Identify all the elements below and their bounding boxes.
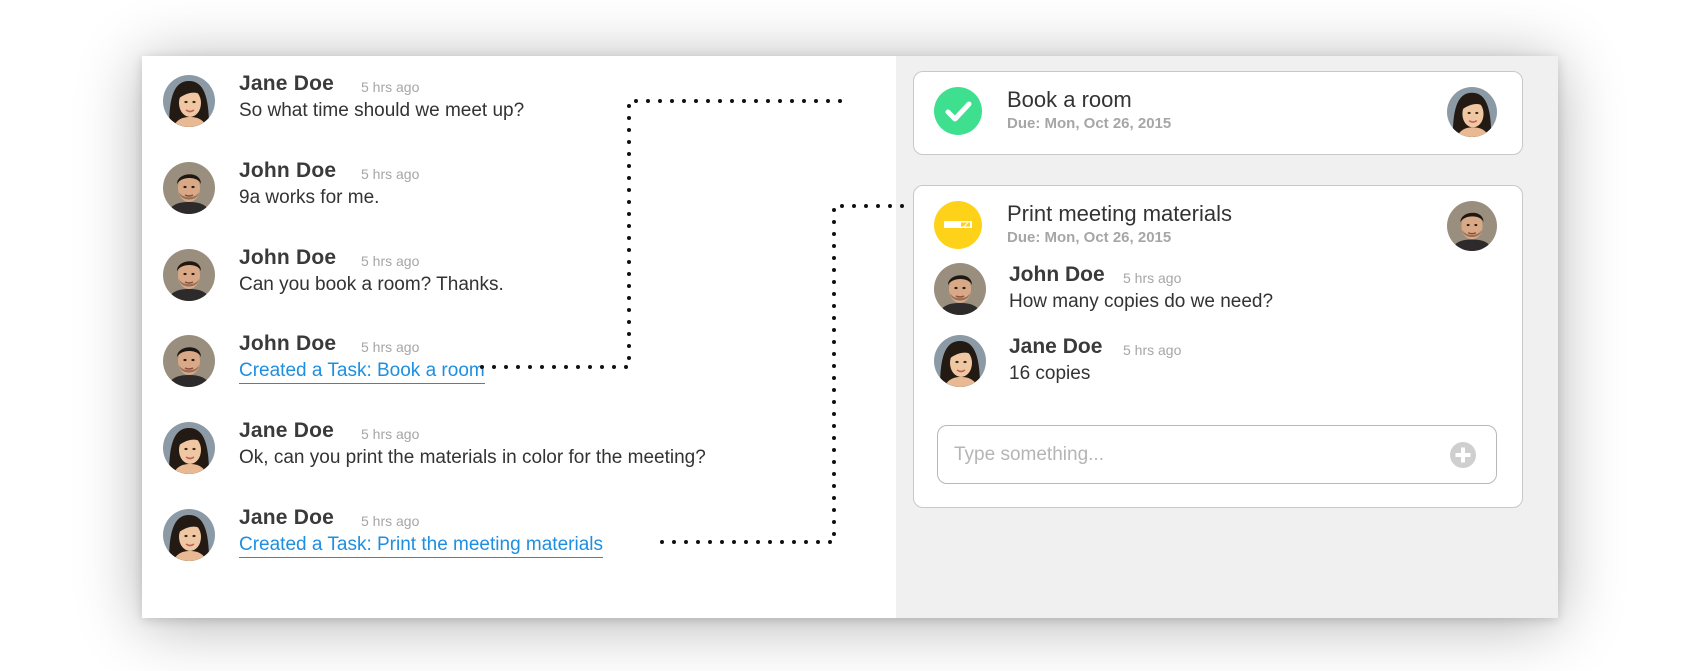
chat-message: Jane Doe 5 hrs ago Ok, can you print the…: [163, 419, 883, 489]
task-due-date: Due: Mon, Oct 26, 2015: [1007, 229, 1172, 246]
chat-message: John Doe 5 hrs ago 9a works for me.: [163, 159, 883, 229]
task-pane: Book a room Due: Mon, Oct 26, 2015 Print…: [896, 56, 1558, 618]
chat-message: John Doe 5 hrs ago Created a Task: Book …: [163, 332, 883, 402]
message-author[interactable]: John Doe: [239, 159, 336, 183]
comment-time: 5 hrs ago: [1123, 270, 1182, 286]
message-text: 9a works for me.: [239, 187, 380, 208]
task-comment: Jane Doe 5 hrs ago 16 copies: [934, 335, 1494, 405]
task-title[interactable]: Book a room: [1007, 87, 1132, 113]
plus-circle-icon: [1450, 442, 1476, 468]
created-task-link-print-materials[interactable]: Created a Task: Print the meeting materi…: [239, 534, 603, 558]
progress-bar-icon[interactable]: [934, 201, 982, 249]
message-time: 5 hrs ago: [361, 79, 420, 95]
task-title[interactable]: Print meeting materials: [1007, 201, 1232, 227]
message-time: 5 hrs ago: [361, 253, 420, 269]
chat-message: Jane Doe 5 hrs ago So what time should w…: [163, 72, 883, 142]
message-author[interactable]: John Doe: [239, 332, 336, 356]
message-text: Can you book a room? Thanks.: [239, 274, 504, 295]
message-time: 5 hrs ago: [361, 426, 420, 442]
assignee-avatar[interactable]: [1447, 87, 1497, 137]
message-author[interactable]: Jane Doe: [239, 506, 334, 530]
john-avatar[interactable]: [163, 249, 215, 301]
add-comment-button[interactable]: [1449, 441, 1477, 469]
message-author[interactable]: Jane Doe: [239, 419, 334, 443]
comment-box: [937, 425, 1497, 484]
john-avatar[interactable]: [163, 335, 215, 387]
chat-message: John Doe 5 hrs ago Can you book a room? …: [163, 246, 883, 316]
created-task-link-book-room[interactable]: Created a Task: Book a room: [239, 360, 485, 384]
comment-time: 5 hrs ago: [1123, 342, 1182, 358]
assignee-avatar[interactable]: [1447, 201, 1497, 251]
message-text: Ok, can you print the materials in color…: [239, 447, 706, 468]
jane-avatar[interactable]: [163, 422, 215, 474]
task-card-book-room[interactable]: Book a room Due: Mon, Oct 26, 2015: [913, 71, 1523, 155]
comment-text: How many copies do we need?: [1009, 291, 1274, 312]
task-due-date: Due: Mon, Oct 26, 2015: [1007, 115, 1172, 132]
task-comment: John Doe 5 hrs ago How many copies do we…: [934, 263, 1494, 333]
message-time: 5 hrs ago: [361, 166, 420, 182]
comment-text: 16 copies: [1009, 363, 1091, 384]
message-time: 5 hrs ago: [361, 513, 420, 529]
message-text: So what time should we meet up?: [239, 100, 525, 121]
john-avatar[interactable]: [934, 263, 986, 315]
message-author[interactable]: Jane Doe: [239, 72, 334, 96]
comment-author[interactable]: Jane Doe: [1009, 335, 1102, 359]
message-time: 5 hrs ago: [361, 339, 420, 355]
jane-avatar[interactable]: [934, 335, 986, 387]
chat-message: Jane Doe 5 hrs ago Created a Task: Print…: [163, 506, 883, 576]
chat-pane: Jane Doe 5 hrs ago So what time should w…: [142, 56, 896, 618]
task-card-print-materials: Print meeting materials Due: Mon, Oct 26…: [913, 185, 1523, 508]
jane-avatar[interactable]: [163, 509, 215, 561]
john-avatar[interactable]: [163, 162, 215, 214]
checkmark-icon[interactable]: [934, 87, 982, 135]
comment-author[interactable]: John Doe: [1009, 263, 1105, 287]
app-window: Jane Doe 5 hrs ago So what time should w…: [142, 56, 1558, 618]
comment-input[interactable]: [952, 440, 1426, 470]
message-author[interactable]: John Doe: [239, 246, 336, 270]
jane-avatar[interactable]: [163, 75, 215, 127]
